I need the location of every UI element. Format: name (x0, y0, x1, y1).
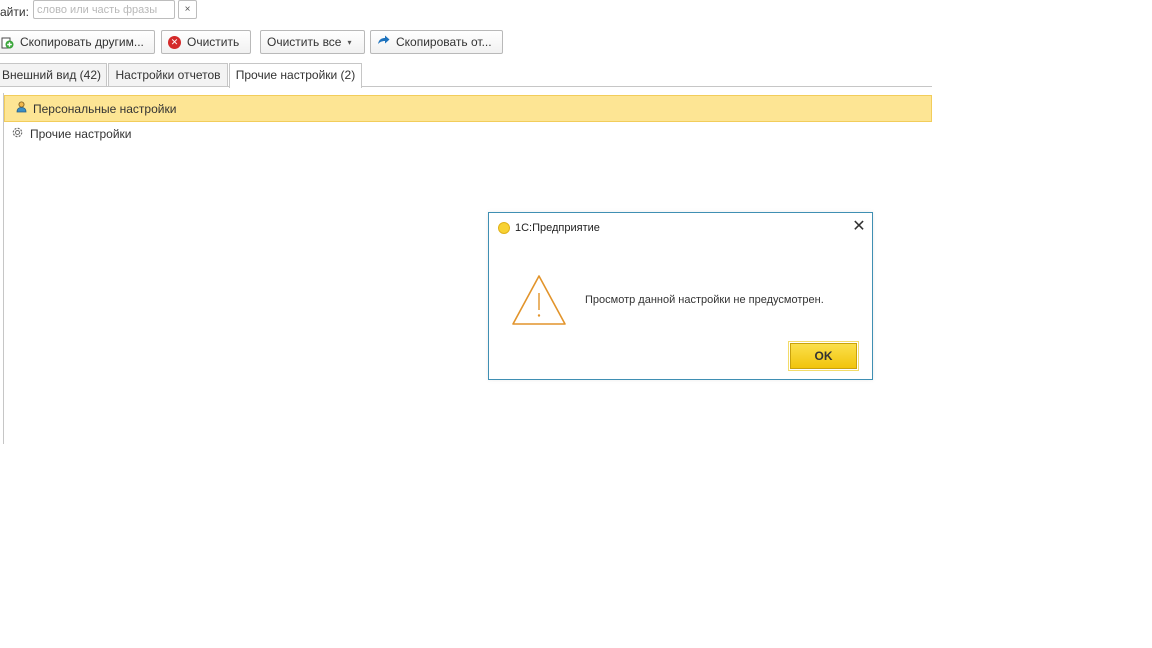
arrow-right-icon (377, 35, 390, 50)
copy-users-icon (1, 36, 14, 49)
clear-all-label: Очистить все (267, 35, 342, 49)
tabs-divider (0, 86, 932, 87)
tab-report-settings[interactable]: Настройки отчетов (108, 63, 228, 87)
clear-button[interactable]: ✕ Очистить (161, 30, 251, 54)
tree-item-personal-settings[interactable]: Персональные настройки (4, 95, 932, 122)
copy-from-label: Скопировать от... (396, 35, 492, 49)
search-label: айти: (0, 5, 29, 19)
chevron-down-icon: ▾ (347, 37, 352, 47)
copy-from-button[interactable]: Скопировать от... (370, 30, 503, 54)
tree-item-label: Прочие настройки (30, 127, 132, 141)
clear-all-button[interactable]: Очистить все ▾ (260, 30, 365, 54)
clear-label: Очистить (187, 35, 240, 49)
search-clear-button[interactable]: × (178, 0, 197, 19)
user-icon (16, 101, 27, 116)
dialog-title: 1С:Предприятие (515, 222, 600, 234)
clear-icon: ✕ (168, 35, 181, 49)
warning-icon (511, 273, 567, 327)
copy-to-others-button[interactable]: Скопировать другим... (0, 30, 155, 54)
gear-icon (11, 126, 24, 142)
dialog-message: Просмотр данной настройки не предусмотре… (585, 294, 824, 306)
tree-item-other-settings[interactable]: Прочие настройки (4, 122, 939, 146)
copy-to-others-label: Скопировать другим... (20, 35, 144, 49)
search-input[interactable] (33, 0, 175, 19)
tab-other-settings[interactable]: Прочие настройки (2) (229, 63, 362, 88)
app-logo-icon (498, 222, 510, 234)
tab-appearance[interactable]: Внешний вид (42) (0, 63, 107, 87)
message-dialog: 1С:Предприятие ✕ Просмотр данной настрой… (488, 212, 873, 380)
tree-item-label: Персональные настройки (33, 101, 177, 116)
ok-button[interactable]: OK (788, 341, 859, 371)
close-icon[interactable]: ✕ (848, 217, 870, 237)
